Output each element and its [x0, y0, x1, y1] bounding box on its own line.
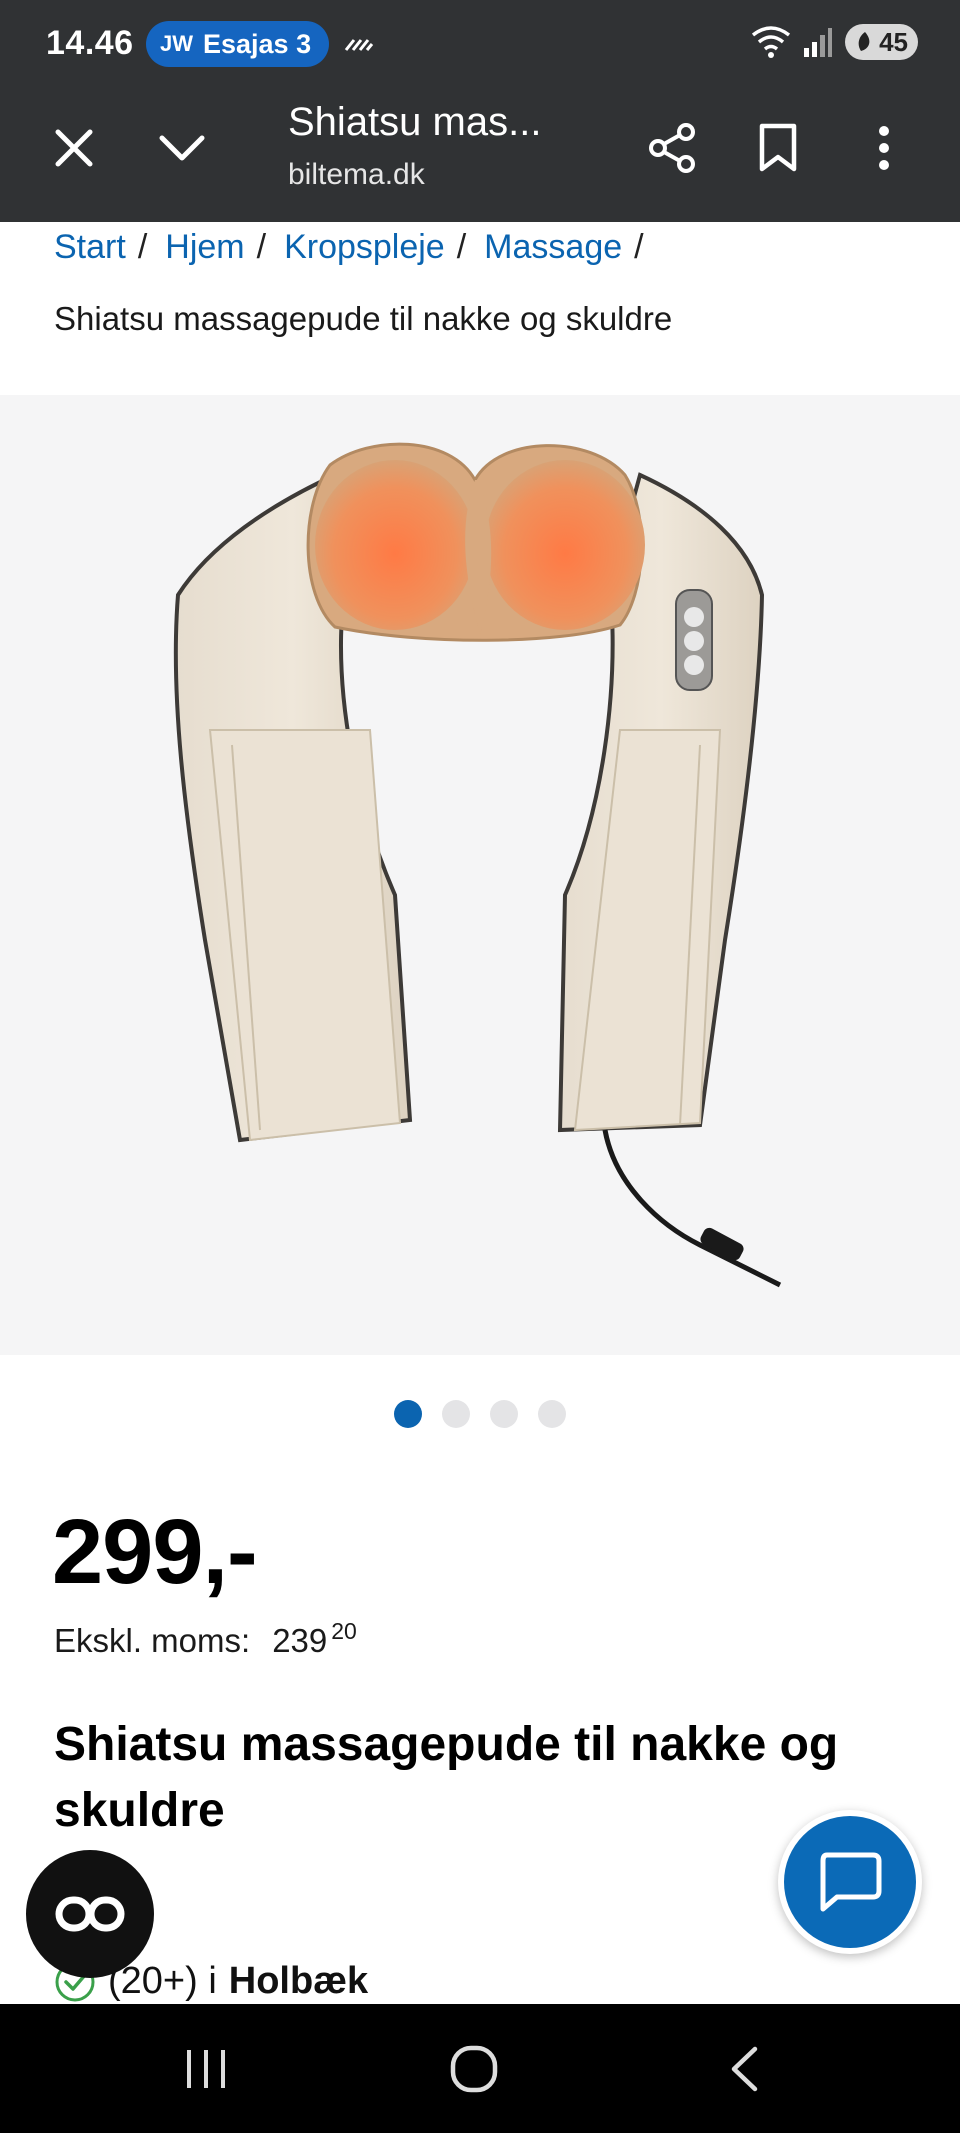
pill-badge: JW [160, 31, 193, 56]
battery-saver-icon [858, 32, 870, 51]
stock-store: Holbæk [228, 1960, 369, 2002]
data-saver-icon [344, 39, 374, 51]
product-image [173, 442, 782, 1288]
status-icons: 45 [751, 24, 918, 60]
accessibility-button[interactable] [26, 1850, 154, 1978]
status-time: 14.46 [46, 24, 134, 62]
product-price: 299,- [52, 1501, 258, 1603]
gallery-dot-4[interactable] [538, 1400, 566, 1428]
system-navigation-bar [0, 2004, 960, 2133]
close-button[interactable] [36, 110, 112, 186]
product-image-gallery[interactable] [0, 395, 960, 1355]
tab-title: Shiatsu mas... [288, 100, 542, 144]
chat-button-inner [784, 1816, 916, 1948]
close-icon [55, 129, 93, 167]
breadcrumb-kropspleje[interactable]: Kropspleje [284, 228, 445, 267]
call-pill[interactable]: JW Esajas 3 [146, 21, 330, 67]
chevron-down-icon [159, 135, 205, 161]
breadcrumb-separator: / [456, 228, 467, 266]
status-bar: 14.46 JW Esajas 3 45 [0, 0, 960, 88]
pill-label: Esajas 3 [203, 28, 312, 59]
more-vert-icon [879, 126, 889, 170]
wifi-icon [752, 26, 791, 58]
minimize-button[interactable] [144, 110, 220, 186]
recents-button[interactable] [166, 2034, 246, 2104]
gallery-dot-1[interactable] [394, 1400, 422, 1428]
glasses-icon [55, 1896, 125, 1932]
share-button[interactable] [634, 110, 710, 186]
excl-vat-label: Ekskl. moms: [54, 1622, 251, 1659]
custom-tab-toolbar: Shiatsu mas... biltema.dk [0, 88, 960, 222]
excl-vat-decimals: 20 [331, 1618, 357, 1644]
excl-vat-value: 239 [272, 1622, 328, 1659]
chat-icon [820, 1852, 882, 1912]
bookmark-button[interactable] [740, 110, 816, 186]
back-button[interactable] [704, 2034, 784, 2104]
breadcrumb-current: Shiatsu massagepude til nakke og skuldre [54, 300, 673, 337]
gallery-dot-3[interactable] [490, 1400, 518, 1428]
breadcrumb-hjem[interactable]: Hjem [165, 228, 244, 267]
breadcrumb: Start / Hjem / Kropspleje / Massage / [54, 228, 662, 267]
price-excl-vat: Ekskl. moms: 239 20 [54, 1618, 357, 1660]
chat-button[interactable] [778, 1810, 922, 1954]
share-icon [649, 123, 695, 173]
breadcrumb-separator: / [137, 228, 148, 266]
breadcrumb-separator: / [256, 228, 267, 266]
browser-header: 14.46 JW Esajas 3 45 Shiatsu mas... bilt… [0, 0, 960, 222]
battery-level: 45 [879, 26, 908, 57]
back-icon [731, 2046, 758, 2092]
bookmark-icon [759, 123, 797, 172]
gallery-pagination [394, 1400, 566, 1428]
breadcrumb-start[interactable]: Start [54, 228, 126, 267]
tab-url[interactable]: biltema.dk [288, 158, 425, 192]
gallery-dot-2[interactable] [442, 1400, 470, 1428]
product-title: Shiatsu massagepude til nakke og skuldre [54, 1718, 839, 1837]
recents-icon [187, 2050, 225, 2088]
more-options-button[interactable] [846, 110, 922, 186]
breadcrumb-massage[interactable]: Massage [484, 228, 622, 267]
battery-indicator: 45 [845, 24, 918, 60]
breadcrumb-separator: / [634, 228, 644, 266]
home-button[interactable] [434, 2034, 514, 2104]
home-icon [450, 2045, 498, 2093]
signal-icon [804, 28, 833, 57]
